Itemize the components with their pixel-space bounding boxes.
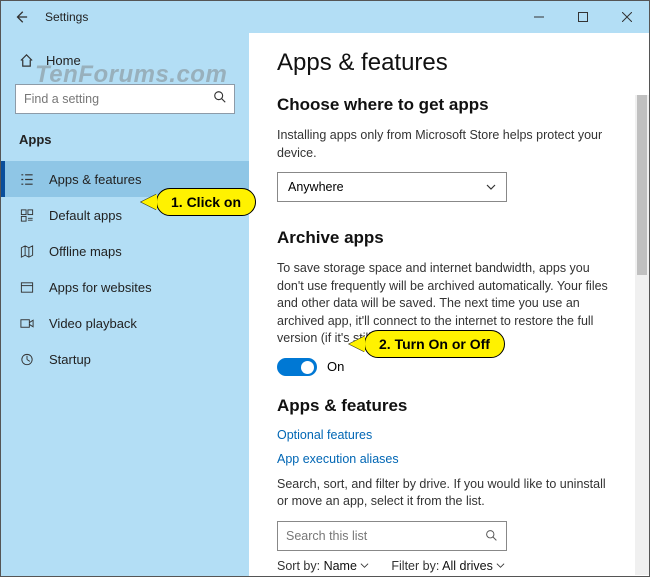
toggle-knob xyxy=(301,361,314,374)
window-title: Settings xyxy=(45,10,88,24)
maximize-button[interactable] xyxy=(561,1,605,33)
sidebar-category: Apps xyxy=(1,130,249,161)
window-controls xyxy=(517,1,649,33)
home-icon xyxy=(19,53,34,68)
maximize-icon xyxy=(578,12,588,22)
sidebar-home[interactable]: Home xyxy=(1,47,249,78)
sidebar-item-apps-features[interactable]: Apps & features xyxy=(1,161,249,197)
sidebar-item-label: Startup xyxy=(49,352,91,367)
link-execution-aliases[interactable]: App execution aliases xyxy=(277,452,631,466)
search-input[interactable] xyxy=(15,84,235,114)
app-source-dropdown[interactable]: Anywhere xyxy=(277,172,507,202)
sidebar-item-label: Default apps xyxy=(49,208,122,223)
video-icon xyxy=(19,316,35,331)
search-icon xyxy=(213,90,227,107)
close-button[interactable] xyxy=(605,1,649,33)
link-optional-features[interactable]: Optional features xyxy=(277,428,631,442)
sidebar-item-apps-websites[interactable]: Apps for websites xyxy=(1,269,249,305)
apps-search-box[interactable]: Search this list xyxy=(277,521,507,551)
startup-icon xyxy=(19,352,35,367)
chevron-down-icon xyxy=(486,182,496,192)
chevron-down-icon xyxy=(496,561,505,570)
sidebar: Home Apps Apps & features Default apps O… xyxy=(1,33,249,576)
arrow-left-icon xyxy=(14,10,28,24)
filter-by[interactable]: Filter by: All drives xyxy=(391,559,505,573)
sidebar-item-label: Apps & features xyxy=(49,172,142,187)
sidebar-item-label: Offline maps xyxy=(49,244,122,259)
map-icon xyxy=(19,244,35,259)
section-choose-heading: Choose where to get apps xyxy=(277,95,631,115)
websites-icon xyxy=(19,280,35,295)
scrollbar[interactable] xyxy=(635,95,649,575)
archive-desc: To save storage space and internet bandw… xyxy=(277,260,617,348)
search-icon xyxy=(485,529,498,542)
choose-desc: Installing apps only from Microsoft Stor… xyxy=(277,127,617,162)
toggle-state-label: On xyxy=(327,359,344,374)
list-icon xyxy=(19,172,35,187)
apps-search-placeholder: Search this list xyxy=(286,529,367,543)
sidebar-item-video-playback[interactable]: Video playback xyxy=(1,305,249,341)
page-title: Apps & features xyxy=(277,49,631,77)
sidebar-item-default-apps[interactable]: Default apps xyxy=(1,197,249,233)
chevron-down-icon xyxy=(360,561,369,570)
sidebar-item-offline-maps[interactable]: Offline maps xyxy=(1,233,249,269)
sort-by[interactable]: Sort by: Name xyxy=(277,559,369,573)
archive-toggle[interactable] xyxy=(277,358,317,376)
dropdown-value: Anywhere xyxy=(288,180,344,194)
sidebar-home-label: Home xyxy=(46,53,81,68)
close-icon xyxy=(622,12,632,22)
apps-desc: Search, sort, and filter by drive. If yo… xyxy=(277,476,617,511)
minimize-button[interactable] xyxy=(517,1,561,33)
settings-window: Settings Home A xyxy=(0,0,650,577)
sidebar-item-startup[interactable]: Startup xyxy=(1,341,249,377)
sidebar-item-label: Video playback xyxy=(49,316,137,331)
scrollbar-thumb[interactable] xyxy=(637,95,647,275)
section-archive-heading: Archive apps xyxy=(277,228,631,248)
main-content: Apps & features Choose where to get apps… xyxy=(249,33,649,576)
sidebar-item-label: Apps for websites xyxy=(49,280,152,295)
defaults-icon xyxy=(19,208,35,223)
minimize-icon xyxy=(534,12,544,22)
back-button[interactable] xyxy=(1,1,41,33)
titlebar: Settings xyxy=(1,1,649,33)
section-apps-heading: Apps & features xyxy=(277,396,631,416)
